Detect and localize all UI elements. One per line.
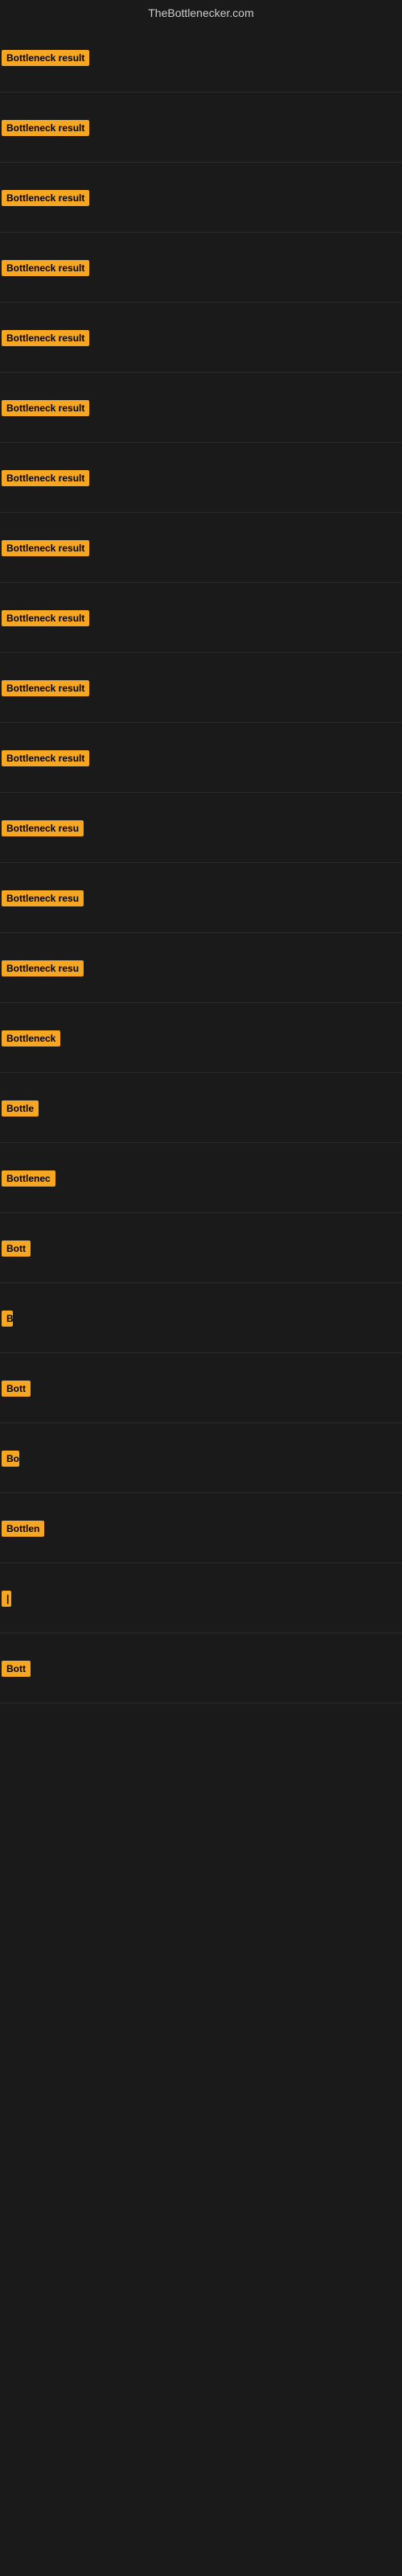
- list-item: Bottleneck result: [0, 723, 402, 793]
- bottleneck-result-badge[interactable]: Bottlen: [2, 1521, 44, 1537]
- bottleneck-result-badge[interactable]: Bottleneck result: [2, 400, 89, 416]
- bottleneck-result-badge[interactable]: Bottleneck result: [2, 750, 89, 766]
- list-item: Bottleneck resu: [0, 863, 402, 933]
- bottleneck-result-badge[interactable]: Bottleneck resu: [2, 890, 84, 906]
- bottleneck-result-badge[interactable]: Bottleneck result: [2, 190, 89, 206]
- list-item: Bo: [0, 1423, 402, 1493]
- bottleneck-result-badge[interactable]: Bottleneck result: [2, 470, 89, 486]
- bottleneck-result-badge[interactable]: Bottleneck result: [2, 120, 89, 136]
- list-item: Bottleneck result: [0, 303, 402, 373]
- list-item: Bottleneck result: [0, 93, 402, 163]
- bottleneck-result-badge[interactable]: Bo: [2, 1451, 19, 1467]
- bottleneck-result-badge[interactable]: Bottleneck result: [2, 260, 89, 276]
- bottleneck-result-badge[interactable]: B: [2, 1311, 13, 1327]
- list-item: |: [0, 1563, 402, 1633]
- rows-container: Bottleneck result Bottleneck result Bottle…: [0, 23, 402, 1703]
- list-item: Bottleneck result: [0, 163, 402, 233]
- list-item: Bottleneck result: [0, 233, 402, 303]
- bottleneck-result-badge[interactable]: Bottlenec: [2, 1170, 55, 1187]
- bottleneck-result-badge[interactable]: Bottleneck result: [2, 610, 89, 626]
- bottleneck-result-badge[interactable]: Bottleneck result: [2, 680, 89, 696]
- bottleneck-result-badge[interactable]: Bottleneck resu: [2, 960, 84, 976]
- site-title: TheBottlenecker.com: [0, 0, 402, 23]
- bottleneck-result-badge[interactable]: Bott: [2, 1661, 31, 1677]
- list-item: Bottleneck result: [0, 583, 402, 653]
- bottleneck-result-badge[interactable]: Bottleneck result: [2, 50, 89, 66]
- bottleneck-result-badge[interactable]: Bottleneck result: [2, 540, 89, 556]
- site-header: TheBottlenecker.com: [0, 0, 402, 23]
- list-item: Bottleneck result: [0, 443, 402, 513]
- bottleneck-result-badge[interactable]: Bottleneck: [2, 1030, 60, 1046]
- list-item: Bottleneck resu: [0, 793, 402, 863]
- list-item: Bottleneck result: [0, 653, 402, 723]
- list-item: Bottleneck result: [0, 513, 402, 583]
- list-item: Bottleneck result: [0, 373, 402, 443]
- bottleneck-result-badge[interactable]: Bott: [2, 1241, 31, 1257]
- bottleneck-result-badge[interactable]: Bottleneck result: [2, 330, 89, 346]
- bottleneck-result-badge[interactable]: Bottle: [2, 1100, 39, 1117]
- list-item: Bottlen: [0, 1493, 402, 1563]
- list-item: Bott: [0, 1353, 402, 1423]
- list-item: Bottleneck resu: [0, 933, 402, 1003]
- bottleneck-result-badge[interactable]: |: [2, 1591, 11, 1607]
- list-item: Bottleneck: [0, 1003, 402, 1073]
- list-item: Bottlenec: [0, 1143, 402, 1213]
- bottleneck-result-badge[interactable]: Bott: [2, 1381, 31, 1397]
- list-item: Bott: [0, 1633, 402, 1703]
- bottleneck-result-badge[interactable]: Bottleneck resu: [2, 820, 84, 836]
- list-item: Bottle: [0, 1073, 402, 1143]
- list-item: Bottleneck result: [0, 23, 402, 93]
- list-item: Bott: [0, 1213, 402, 1283]
- list-item: B: [0, 1283, 402, 1353]
